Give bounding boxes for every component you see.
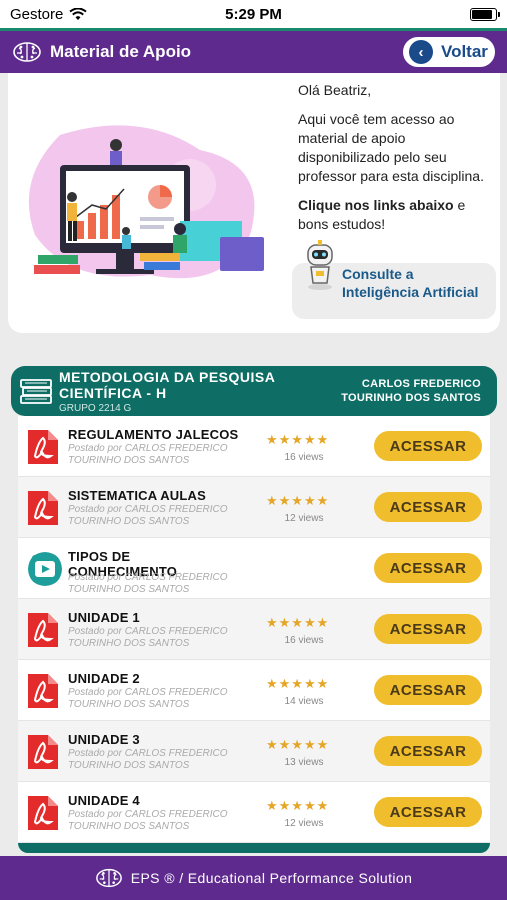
app-footer: EPS ® / Educational Performance Solution bbox=[0, 856, 507, 900]
course-teacher: CARLOS FREDERICO TOURINHO DOS SANTOS bbox=[341, 378, 481, 404]
material-posted-by: Postado por CARLOS FREDERICO TOURINHO DO… bbox=[68, 443, 228, 466]
material-posted-by: Postado por CARLOS FREDERICO TOURINHO DO… bbox=[68, 504, 228, 527]
rating-stars: ★★★★★ bbox=[266, 615, 330, 630]
carrier-info: Gestore bbox=[10, 6, 87, 23]
course-group: GRUPO 2214 G bbox=[59, 403, 132, 414]
carrier-name: Gestore bbox=[10, 5, 64, 23]
material-posted-by: Postado por CARLOS FREDERICO TOURINHO DO… bbox=[68, 687, 228, 710]
material-row: REGULAMENTO JALECOS Postado por CARLOS FR… bbox=[18, 416, 490, 477]
access-button[interactable]: ACESSAR bbox=[374, 675, 482, 705]
material-title: UNIDADE 3 bbox=[68, 732, 140, 747]
view-count: 12 views bbox=[284, 818, 324, 829]
pdf-icon bbox=[26, 672, 60, 710]
view-count: 16 views bbox=[284, 635, 324, 646]
view-count: 14 views bbox=[284, 696, 324, 707]
course-header: METODOLOGIA DA PESQUISA CIENTÍFICA - H G… bbox=[11, 366, 497, 416]
intro-card: Olá Beatriz, Aqui você tem acesso ao mat… bbox=[8, 73, 500, 333]
intro-cta-bold: Clique nos links abaixo bbox=[298, 197, 454, 213]
access-button[interactable]: ACESSAR bbox=[374, 431, 482, 461]
battery-icon bbox=[470, 7, 500, 21]
clock: 5:29 PM bbox=[225, 5, 282, 23]
ai-assistant-button[interactable]: Consulte a Inteligência Artificial bbox=[292, 240, 496, 319]
rating-stars: ★★★★★ bbox=[266, 676, 330, 691]
access-button[interactable]: ACESSAR bbox=[374, 736, 482, 766]
material-title: REGULAMENTO JALECOS bbox=[68, 427, 239, 442]
material-posted-by: Postado por CARLOS FREDERICO TOURINHO DO… bbox=[68, 626, 228, 649]
greeting-line: Olá Beatriz, bbox=[298, 82, 372, 98]
material-title: SISTEMATICA AULAS bbox=[68, 488, 206, 503]
app-header: Material de Apoio ‹ Voltar bbox=[0, 28, 507, 73]
pdf-icon bbox=[26, 611, 60, 649]
material-row: TIPOS DE CONHECIMENTO Postado por CARLOS … bbox=[18, 538, 490, 599]
view-count: 12 views bbox=[284, 513, 324, 524]
video-icon bbox=[26, 550, 62, 588]
rating-stars: ★★★★★ bbox=[266, 798, 330, 813]
list-bottom-edge bbox=[18, 843, 490, 853]
access-button[interactable]: ACESSAR bbox=[374, 492, 482, 522]
pdf-icon bbox=[26, 794, 60, 832]
status-bar: Gestore 5:29 PM bbox=[0, 0, 507, 28]
access-button[interactable]: ACESSAR bbox=[374, 614, 482, 644]
materials-list: REGULAMENTO JALECOS Postado por CARLOS FR… bbox=[18, 416, 490, 843]
brain-logo-icon bbox=[13, 42, 41, 62]
material-posted-by: Postado por CARLOS FREDERICO TOURINHO DO… bbox=[68, 809, 228, 832]
analytics-illustration bbox=[28, 125, 264, 279]
pdf-icon bbox=[26, 733, 60, 771]
rating-stars: ★★★★★ bbox=[266, 432, 330, 447]
course-name: METODOLOGIA DA PESQUISA CIENTÍFICA - H bbox=[59, 369, 275, 401]
material-row: UNIDADE 4 Postado por CARLOS FREDERICO TO… bbox=[18, 782, 490, 843]
rating-stars: ★★★★★ bbox=[266, 737, 330, 752]
material-row: UNIDADE 3 Postado por CARLOS FREDERICO TO… bbox=[18, 721, 490, 782]
material-row: UNIDADE 1 Postado por CARLOS FREDERICO TO… bbox=[18, 599, 490, 660]
access-button[interactable]: ACESSAR bbox=[374, 553, 482, 583]
intro-body: Aqui você tem acesso ao material de apoi… bbox=[298, 111, 484, 184]
footer-text: EPS ® / Educational Performance Solution bbox=[130, 870, 413, 886]
pdf-icon bbox=[26, 489, 60, 527]
chevron-left-icon: ‹ bbox=[409, 40, 433, 64]
wifi-icon bbox=[69, 7, 87, 20]
brain-logo-icon bbox=[95, 868, 122, 888]
back-button[interactable]: ‹ Voltar bbox=[401, 35, 497, 69]
pdf-icon bbox=[26, 428, 60, 466]
greeting-text: Olá Beatriz, Aqui você tem acesso ao mat… bbox=[298, 81, 498, 244]
material-title: UNIDADE 2 bbox=[68, 671, 140, 686]
material-posted-by: Postado por CARLOS FREDERICO TOURINHO DO… bbox=[68, 572, 228, 595]
material-posted-by: Postado por CARLOS FREDERICO TOURINHO DO… bbox=[68, 748, 228, 771]
view-count: 13 views bbox=[284, 757, 324, 768]
material-row: SISTEMATICA AULAS Postado por CARLOS FRED… bbox=[18, 477, 490, 538]
page-title: Material de Apoio bbox=[50, 42, 192, 61]
view-count: 16 views bbox=[284, 452, 324, 463]
back-button-label: Voltar bbox=[441, 42, 488, 61]
intro-cta: Clique nos links abaixo e bons estudos! bbox=[298, 196, 498, 234]
books-icon bbox=[20, 379, 52, 404]
access-button[interactable]: ACESSAR bbox=[374, 797, 482, 827]
material-row: UNIDADE 2 Postado por CARLOS FREDERICO TO… bbox=[18, 660, 490, 721]
rating-stars: ★★★★★ bbox=[266, 493, 330, 508]
ai-assistant-label: Consulte a Inteligência Artificial bbox=[342, 266, 479, 300]
material-title: UNIDADE 4 bbox=[68, 793, 140, 808]
material-title: UNIDADE 1 bbox=[68, 610, 140, 625]
